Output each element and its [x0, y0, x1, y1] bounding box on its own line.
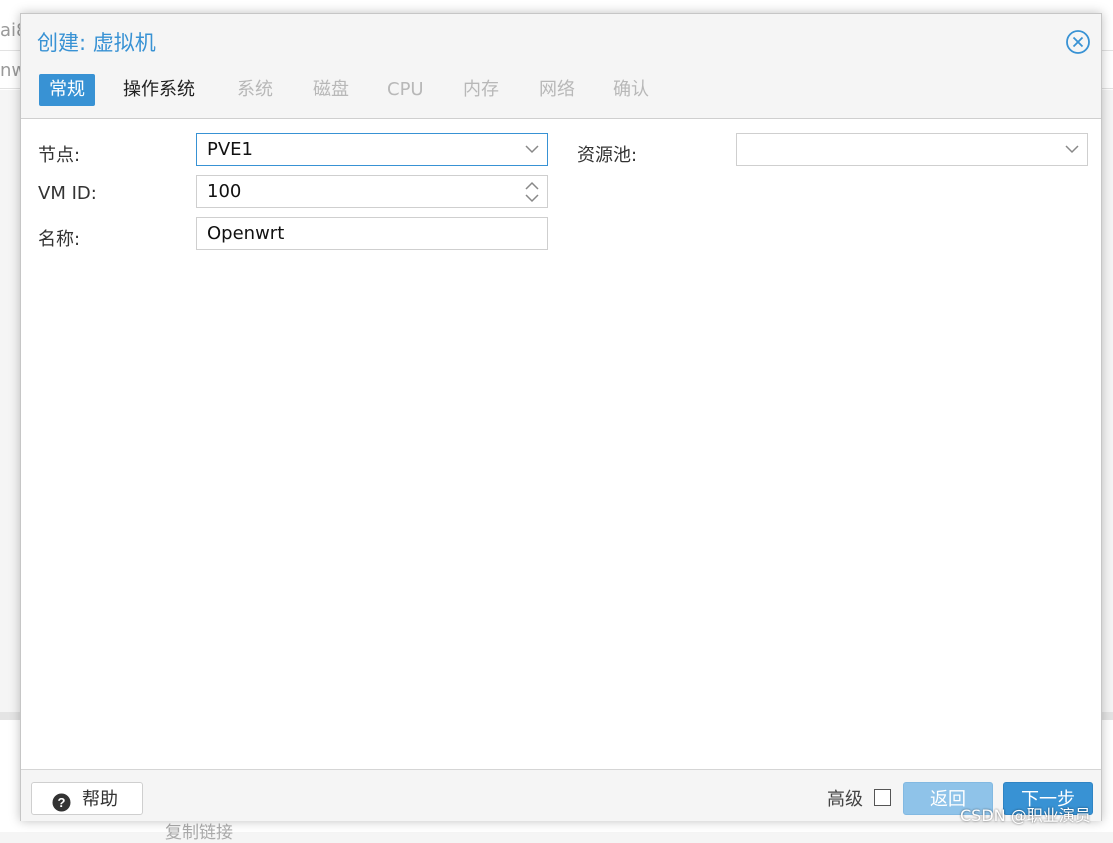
dialog-footer: ? 帮助 高级 返回 下一步 [21, 769, 1101, 821]
advanced-checkbox[interactable] [874, 789, 891, 806]
name-input-value: Openwrt [207, 223, 285, 244]
dialog-title: 创建: 虚拟机 [37, 31, 156, 55]
tab-memory: 内存 [463, 79, 499, 100]
chevron-down-icon[interactable] [1065, 134, 1079, 165]
question-circle-icon: ? [52, 790, 71, 823]
back-button[interactable]: 返回 [903, 782, 993, 815]
next-button[interactable]: 下一步 [1003, 782, 1093, 815]
node-select-value: PVE1 [207, 139, 253, 160]
close-button[interactable] [1065, 29, 1091, 55]
tab-confirm: 确认 [613, 79, 649, 100]
svg-text:?: ? [58, 795, 66, 810]
tab-general[interactable]: 常规 [39, 74, 95, 106]
vmid-spinner[interactable]: 100 [196, 175, 548, 208]
pool-label: 资源池: [577, 145, 638, 166]
node-select[interactable]: PVE1 [196, 133, 548, 166]
close-icon [1066, 30, 1090, 54]
tab-cpu: CPU [387, 79, 424, 100]
background-bottom-text: 复制链接 [165, 823, 233, 843]
help-button-label: 帮助 [82, 789, 118, 810]
tab-os[interactable]: 操作系统 [113, 74, 205, 106]
tab-disks: 磁盘 [313, 79, 349, 100]
pool-select[interactable] [736, 133, 1088, 166]
dialog-header: 创建: 虚拟机 常规 操作系统 系统 磁盘 CPU 内存 网络 确认 [21, 14, 1101, 119]
chevron-down-icon[interactable] [525, 134, 539, 165]
name-input[interactable]: Openwrt [196, 217, 548, 250]
node-label: 节点: [38, 145, 81, 166]
spinner-arrows-icon[interactable] [525, 176, 539, 207]
tab-system: 系统 [237, 79, 273, 100]
vmid-value: 100 [207, 181, 242, 202]
name-label: 名称: [38, 229, 81, 250]
help-button[interactable]: ? 帮助 [31, 782, 143, 815]
create-vm-dialog: 创建: 虚拟机 常规 操作系统 系统 磁盘 CPU 内存 网络 确认 节点: P… [20, 13, 1102, 821]
vmid-label: VM ID: [38, 183, 97, 204]
advanced-label: 高级 [827, 789, 863, 810]
tab-network: 网络 [539, 79, 575, 100]
